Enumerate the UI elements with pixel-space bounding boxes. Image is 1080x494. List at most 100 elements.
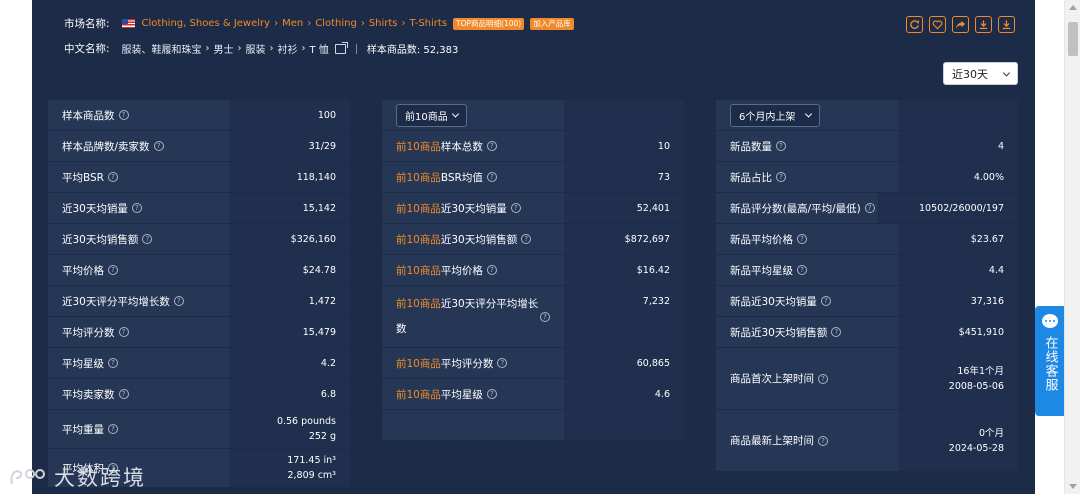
- cn-breadcrumb-item: 男士: [213, 45, 234, 56]
- favorite-heart-icon[interactable]: [929, 16, 946, 33]
- help-icon[interactable]: ?: [486, 172, 497, 182]
- row-label: 近30天均销量: [440, 202, 507, 215]
- breadcrumb-clothing-shoes-jewelry[interactable]: Clothing, Shoes & Jewelry: [142, 18, 271, 29]
- download-icon[interactable]: [975, 16, 992, 33]
- market-analysis-panel: 市场名称: Clothing, Shoes & Jewelry › Men › …: [32, 0, 1035, 494]
- row-value-secondary: 252 g: [308, 431, 336, 442]
- help-icon[interactable]: ?: [776, 141, 786, 151]
- row-label: 新品平均价格: [730, 233, 793, 246]
- row-value: 4.00%: [973, 171, 1004, 183]
- export-icon[interactable]: [998, 16, 1015, 33]
- help-icon[interactable]: ?: [118, 389, 129, 399]
- divider: [355, 43, 357, 54]
- row-value: 52,401: [636, 202, 670, 214]
- top10-select[interactable]: 前10商品: [396, 103, 467, 127]
- row-label: 平均重量: [62, 423, 104, 436]
- help-icon[interactable]: ?: [108, 424, 118, 434]
- row-value: 0.56 pounds: [276, 416, 336, 427]
- overall-stats-table: 样本商品数? 100 样本品牌数/卖家数? 31/29 平均BSR? 118,140 …: [48, 100, 350, 488]
- top-products-tag[interactable]: TOP商品明细(100): [453, 17, 525, 30]
- row-value: $872,697: [624, 233, 670, 245]
- market-name-label: 市场名称:: [64, 18, 110, 30]
- help-icon[interactable]: ?: [820, 296, 831, 306]
- row-value: 4.2: [320, 357, 336, 369]
- help-icon[interactable]: ?: [831, 327, 842, 337]
- help-icon[interactable]: ?: [540, 311, 550, 322]
- breadcrumb-separator: ›: [274, 18, 279, 29]
- scroll-thumb[interactable]: [1068, 22, 1078, 56]
- help-icon[interactable]: ?: [864, 203, 875, 213]
- help-icon[interactable]: ?: [118, 110, 129, 120]
- row-label-prefix: 前10商品: [396, 388, 441, 401]
- help-icon[interactable]: ?: [521, 234, 532, 244]
- row-label: 新品评分数(最高/平均/最低): [730, 202, 861, 215]
- row-label: 样本总数: [440, 140, 483, 153]
- row-value: 73: [657, 171, 670, 183]
- row-label-prefix: 前10商品: [396, 357, 441, 370]
- row-value: 7,232: [642, 296, 670, 307]
- scroll-down-arrow-icon[interactable]: [1069, 484, 1077, 489]
- help-icon[interactable]: ?: [173, 296, 184, 306]
- help-icon[interactable]: ?: [153, 141, 164, 151]
- row-label: 近30天评分平均增长: [440, 297, 539, 310]
- row-label: 近30天均销量: [62, 202, 128, 215]
- row-value: 15,479: [302, 326, 336, 338]
- row-value: 171.45 in³: [287, 455, 336, 466]
- help-icon[interactable]: ?: [486, 141, 497, 151]
- watermark: 大数跨境: [8, 462, 146, 492]
- row-value: 37,316: [970, 295, 1004, 307]
- row-value: 4.6: [654, 388, 670, 400]
- help-icon[interactable]: ?: [818, 373, 828, 384]
- cn-breadcrumb-item: 服装、鞋履和珠宝: [121, 45, 202, 56]
- help-icon[interactable]: ?: [797, 265, 807, 275]
- help-icon[interactable]: ?: [776, 172, 786, 182]
- row-label: 新品近30天均销售额: [730, 326, 828, 339]
- breadcrumb-separator: ›: [360, 18, 365, 29]
- row-value: 118,140: [296, 171, 336, 183]
- share-link-icon[interactable]: [334, 41, 348, 54]
- help-icon[interactable]: ?: [818, 435, 828, 446]
- row-value: 31/29: [308, 140, 336, 152]
- watermark-logo: [10, 469, 45, 485]
- row-label: 近30天均销售额: [62, 233, 139, 246]
- breadcrumb-men[interactable]: Men: [282, 18, 303, 29]
- row-value: 10: [657, 140, 670, 152]
- help-icon[interactable]: ?: [108, 265, 118, 275]
- row-label: 平均BSR: [62, 171, 104, 184]
- breadcrumb-t-shirts[interactable]: T-Shirts: [410, 18, 448, 29]
- breadcrumb-shirts[interactable]: Shirts: [369, 18, 398, 29]
- help-icon[interactable]: ?: [497, 358, 508, 368]
- row-value-secondary: 2024-05-28: [948, 442, 1004, 454]
- help-icon[interactable]: ?: [486, 389, 497, 399]
- vertical-scrollbar[interactable]: [1064, 0, 1080, 494]
- scroll-up-arrow-icon[interactable]: [1069, 5, 1077, 10]
- online-support-button[interactable]: 在线客服: [1035, 306, 1065, 416]
- help-icon[interactable]: ?: [142, 234, 153, 244]
- help-icon[interactable]: ?: [107, 172, 118, 182]
- online-support-label: 在线客服: [1042, 336, 1058, 392]
- row-value-secondary: 2,809 cm³: [287, 470, 336, 481]
- help-icon[interactable]: ?: [797, 234, 807, 244]
- row-label-prefix: 前10商品: [396, 140, 441, 153]
- new-products-period-select[interactable]: 6个月内上架: [730, 103, 820, 127]
- row-value: 4: [997, 140, 1004, 152]
- chevron-down-icon: [451, 110, 460, 118]
- row-value: $24.78: [302, 264, 336, 276]
- help-icon[interactable]: ?: [131, 203, 142, 213]
- share-icon[interactable]: [952, 16, 969, 33]
- help-icon[interactable]: ?: [118, 327, 129, 337]
- row-label: 新品数量: [730, 140, 772, 153]
- breadcrumb-clothing[interactable]: Clothing: [315, 18, 357, 29]
- row-value: $23.67: [970, 233, 1004, 245]
- row-label-prefix: 前10商品: [396, 202, 441, 215]
- help-icon[interactable]: ?: [486, 265, 497, 275]
- help-icon[interactable]: ?: [510, 203, 521, 213]
- help-icon[interactable]: ?: [108, 358, 118, 368]
- row-value: $16.42: [636, 264, 670, 276]
- refresh-icon[interactable]: [906, 16, 923, 33]
- add-to-library-tag[interactable]: 加入产品库: [530, 17, 574, 30]
- row-label: BSR均值: [440, 171, 483, 184]
- period-select[interactable]: 近30天: [943, 62, 1018, 85]
- row-value-secondary: 2008-05-06: [948, 380, 1004, 392]
- row-value: 100: [317, 109, 336, 121]
